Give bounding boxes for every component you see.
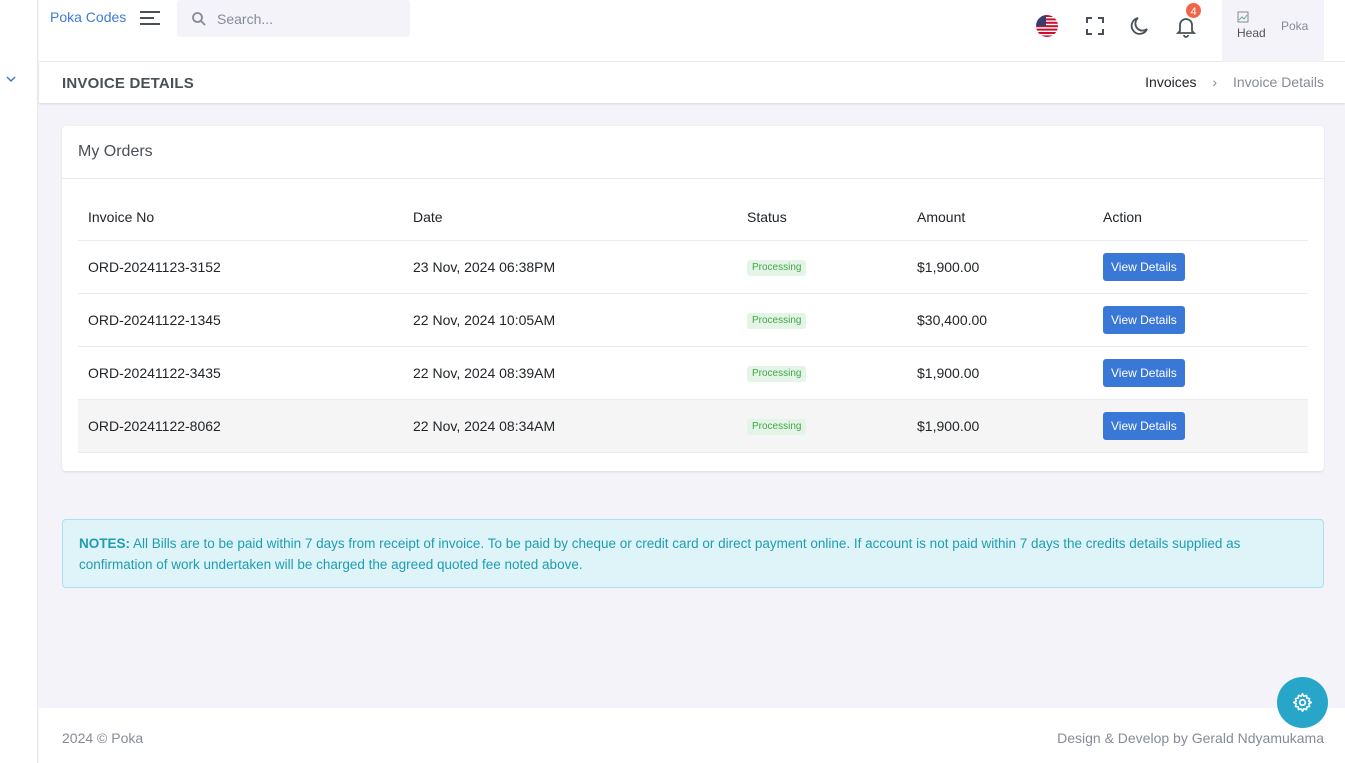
order-date: 22 Nov, 2024 08:34AM: [403, 399, 737, 453]
column-header-amount: Amount: [907, 197, 1093, 241]
avatar-alt-text: Head: [1237, 26, 1266, 40]
order-amount: $1,900.00: [907, 346, 1093, 400]
view-details-button[interactable]: View Details: [1103, 358, 1185, 387]
column-header-invoice-no: Invoice No: [78, 197, 403, 241]
column-header-date: Date: [403, 197, 737, 241]
notes-label: NOTES:: [79, 536, 131, 551]
order-amount: $1,900.00: [907, 399, 1093, 453]
search-input[interactable]: [217, 0, 402, 37]
notes-alert: NOTES: All Bills are to be paid within 7…: [62, 519, 1324, 588]
footer: 2024 © Poka Design & Develop by Gerald N…: [39, 708, 1345, 763]
status-badge: Processing: [747, 260, 807, 276]
orders-table: Invoice No Date Status Amount Action ORD…: [78, 197, 1308, 453]
moon-icon[interactable]: [1128, 14, 1152, 38]
brand-logo[interactable]: Poka Codes: [50, 9, 126, 25]
table-header-row: Invoice No Date Status Amount Action: [78, 197, 1308, 241]
breadcrumb-invoices-link[interactable]: Invoices: [1145, 74, 1196, 90]
status-badge: Processing: [747, 419, 807, 435]
invoice-number: ORD-20241122-3435: [78, 346, 403, 400]
notes-text: All Bills are to be paid within 7 days f…: [79, 536, 1241, 572]
view-details-button[interactable]: View Details: [1103, 252, 1185, 281]
table-row: ORD-20241122-8062 22 Nov, 2024 08:34AM P…: [78, 399, 1308, 453]
search-icon: [192, 12, 206, 26]
us-flag-icon[interactable]: [1036, 15, 1058, 37]
column-header-status: Status: [737, 197, 907, 241]
orders-card-title: My Orders: [62, 126, 1324, 179]
footer-credit: Design & Develop by Gerald Ndyamukama: [1057, 730, 1324, 746]
orders-card: My Orders Invoice No Date Status Amount …: [62, 126, 1324, 471]
status-badge: Processing: [747, 313, 807, 329]
order-amount: $30,400.00: [907, 293, 1093, 347]
breadcrumb-separator-icon: ›: [1212, 74, 1218, 90]
invoice-number: ORD-20241123-3152: [78, 240, 403, 294]
notification-badge: 4: [1184, 1, 1203, 20]
breadcrumb: Invoices › Invoice Details: [1145, 74, 1324, 90]
hamburger-icon[interactable]: [139, 9, 161, 27]
table-row: ORD-20241123-3152 23 Nov, 2024 06:38PM P…: [78, 240, 1308, 294]
breadcrumb-current: Invoice Details: [1232, 74, 1324, 90]
avatar: Head: [1237, 11, 1269, 43]
fullscreen-icon[interactable]: [1083, 14, 1107, 38]
status-badge: Processing: [747, 366, 807, 382]
column-header-action: Action: [1093, 197, 1308, 241]
broken-image-icon: [1237, 11, 1249, 23]
view-details-button[interactable]: View Details: [1103, 305, 1185, 334]
user-name: Poka: [1281, 19, 1309, 33]
chevron-down-icon[interactable]: [4, 72, 18, 86]
topbar: Poka Codes 4: [39, 0, 1345, 62]
invoice-number: ORD-20241122-1345: [78, 293, 403, 347]
settings-fab-button[interactable]: [1277, 677, 1328, 728]
view-details-button[interactable]: View Details: [1103, 411, 1185, 440]
table-row: ORD-20241122-1345 22 Nov, 2024 10:05AM P…: [78, 293, 1308, 347]
order-date: 22 Nov, 2024 08:39AM: [403, 346, 737, 400]
page-title: INVOICE DETAILS: [62, 75, 194, 92]
settings-gear-icon: [1292, 692, 1313, 713]
footer-copyright: 2024 © Poka: [62, 730, 144, 746]
user-menu[interactable]: Head Poka: [1222, 0, 1324, 62]
search-box: [177, 0, 410, 37]
order-date: 22 Nov, 2024 10:05AM: [403, 293, 737, 347]
invoice-number: ORD-20241122-8062: [78, 399, 403, 453]
sidebar: [0, 0, 38, 763]
page-title-bar: INVOICE DETAILS Invoices › Invoice Detai…: [39, 62, 1345, 103]
table-row: ORD-20241122-3435 22 Nov, 2024 08:39AM P…: [78, 346, 1308, 400]
order-date: 23 Nov, 2024 06:38PM: [403, 240, 737, 294]
order-amount: $1,900.00: [907, 240, 1093, 294]
